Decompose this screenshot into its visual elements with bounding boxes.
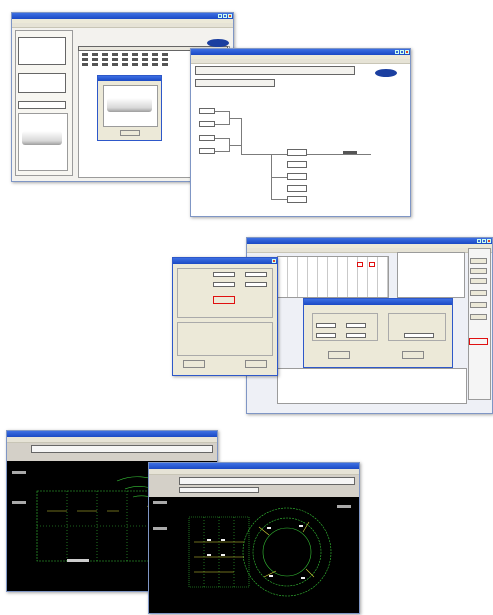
highlighted-field[interactable] [213,296,235,304]
option-list[interactable] [18,73,66,93]
table-row[interactable] [82,53,172,56]
unit-node[interactable] [199,108,215,114]
side-button[interactable] [470,314,487,320]
cancel-button[interactable] [245,360,267,368]
unit-node[interactable] [287,196,307,203]
screenshot-piping-diagram [190,48,411,217]
close-icon[interactable] [487,239,491,243]
unit-node[interactable] [287,161,307,168]
side-button[interactable] [470,268,487,274]
options-row-2[interactable] [195,79,275,87]
bottom-table[interactable] [277,368,467,404]
settings-dialog[interactable] [303,298,453,368]
screenshot-property-dialog [172,257,278,376]
unit-node[interactable] [287,185,307,192]
property-group [177,322,273,356]
close-icon[interactable] [405,50,409,54]
window-controls[interactable] [395,50,409,54]
input-field[interactable] [316,333,336,338]
title-bar [173,258,277,264]
screenshot-settings-main [246,237,493,414]
unit-node[interactable] [287,149,307,156]
table-row[interactable] [82,58,172,61]
samsung-logo-icon [375,69,397,77]
status-field[interactable] [179,487,259,493]
close-icon[interactable] [272,259,276,263]
side-button[interactable] [470,302,487,308]
highlight-marker [369,262,375,267]
side-button[interactable] [470,258,487,264]
tree-list[interactable] [18,37,66,65]
piping-drawing [153,501,351,597]
property-field[interactable] [245,282,267,287]
toolbar[interactable] [7,437,217,443]
input-field[interactable] [346,333,366,338]
toolbar[interactable] [149,469,359,475]
unit-node[interactable] [287,173,307,180]
options-row[interactable] [195,66,355,75]
input-field[interactable] [316,323,336,328]
samsung-logo-icon [207,39,229,47]
unit-node[interactable] [199,148,215,154]
info-panel [397,252,465,298]
command-bar[interactable] [179,477,355,485]
outdoor-unit-label [343,151,357,154]
window-controls[interactable] [218,14,232,18]
filter-row[interactable] [18,101,66,109]
toolbar[interactable] [12,23,233,28]
toolbar[interactable] [191,59,410,64]
cancel-button[interactable] [402,351,424,359]
screenshot-cad-piping [148,462,360,614]
air-conditioner-icon [107,98,152,112]
property-field[interactable] [245,272,267,277]
window-controls[interactable] [477,239,491,243]
table-row[interactable] [82,63,172,66]
air-conditioner-icon [22,131,62,145]
highlighted-button[interactable] [469,338,488,345]
cad-canvas[interactable] [149,497,359,613]
preview-dialog[interactable] [97,75,162,141]
command-bar[interactable] [31,445,213,453]
close-icon[interactable] [228,14,232,18]
highlight-marker [357,262,363,267]
ok-button[interactable] [328,351,350,359]
side-button[interactable] [470,278,487,284]
ok-button[interactable] [183,360,205,368]
property-field[interactable] [213,272,235,277]
ok-button[interactable] [120,130,140,136]
unit-node[interactable] [199,135,215,141]
input-field[interactable] [346,323,366,328]
unit-node[interactable] [199,121,215,127]
property-field[interactable] [213,282,235,287]
side-button[interactable] [470,290,487,296]
window-controls[interactable] [272,259,276,263]
input-field[interactable] [404,333,434,338]
